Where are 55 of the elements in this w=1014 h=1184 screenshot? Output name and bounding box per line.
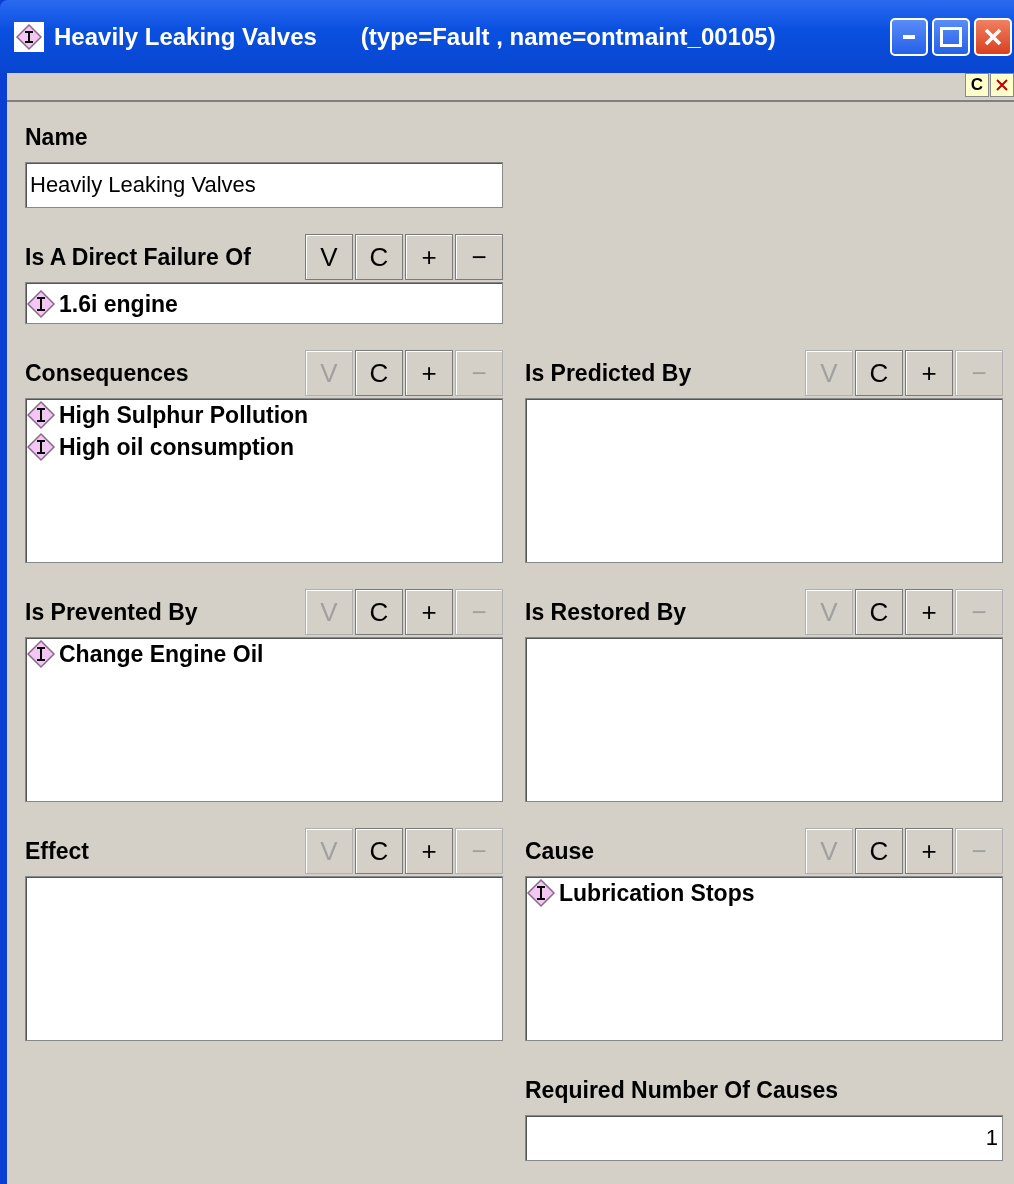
list-item[interactable]: 1.6i engine — [59, 290, 178, 318]
window-subtitle: (type=Fault , name=ontmaint_00105) — [360, 22, 776, 51]
instance-icon — [526, 878, 556, 908]
relation-list[interactable]: High Sulphur Pollution High oil consumption — [25, 398, 503, 563]
instance-icon — [26, 432, 56, 462]
action-button[interactable]: C — [355, 589, 403, 635]
field-label: Name — [25, 124, 89, 150]
action-button[interactable]: C — [355, 234, 403, 280]
instance-icon — [26, 289, 56, 319]
action-button[interactable]: − — [455, 234, 503, 280]
section-label: Is Prevented By — [25, 598, 198, 626]
text-field[interactable]: Heavily Leaking Valves — [25, 162, 503, 208]
action-button[interactable]: V — [305, 234, 353, 280]
maximize-icon — [940, 26, 962, 47]
relation-list[interactable] — [25, 876, 503, 1041]
list-item[interactable]: Change Engine Oil — [59, 640, 264, 668]
maximize-button[interactable] — [932, 17, 970, 56]
close-icon — [996, 79, 1008, 91]
relation-list[interactable] — [525, 637, 1003, 802]
close-icon — [983, 26, 1003, 47]
window-title: Heavily Leaking Valves — [54, 22, 317, 51]
action-button[interactable]: + — [905, 350, 953, 396]
action-button[interactable]: + — [405, 828, 453, 874]
list-item[interactable]: High oil consumption — [59, 433, 295, 461]
action-button[interactable]: C — [855, 589, 903, 635]
relation-list[interactable]: 1.6i engine — [25, 282, 503, 324]
instance-icon — [26, 639, 56, 669]
text-field[interactable]: 1 — [525, 1115, 1003, 1161]
action-button[interactable]: + — [405, 589, 453, 635]
action-button[interactable]: C — [355, 350, 403, 396]
section-label: Is Predicted By — [525, 359, 692, 387]
action-button[interactable]: C — [855, 350, 903, 396]
action-button[interactable]: + — [905, 589, 953, 635]
section-label: Effect — [25, 837, 89, 865]
list-item[interactable]: High Sulphur Pollution — [59, 401, 309, 429]
action-button[interactable]: C — [855, 828, 903, 874]
section-label: Is A Direct Failure Of — [25, 243, 251, 271]
relation-list[interactable]: Lubrication Stops — [525, 876, 1003, 1041]
field-label: Required Number Of Causes — [525, 1077, 840, 1103]
minimize-icon — [903, 34, 915, 39]
close-button[interactable] — [990, 73, 1014, 97]
section-label: Consequences — [25, 359, 189, 387]
action-button[interactable]: + — [405, 350, 453, 396]
relation-list[interactable]: Change Engine Oil — [25, 637, 503, 802]
instance-icon — [14, 21, 44, 52]
instance-icon — [26, 400, 56, 430]
section-label: Cause — [525, 837, 595, 865]
minimize-button[interactable] — [890, 17, 928, 56]
section-label: Is Restored By — [525, 598, 687, 626]
action-button[interactable]: + — [405, 234, 453, 280]
list-item[interactable]: Lubrication Stops — [559, 879, 755, 907]
relation-list[interactable] — [525, 398, 1003, 563]
action-button[interactable]: C — [355, 828, 403, 874]
toolbar-button[interactable]: C — [965, 73, 989, 97]
action-button[interactable]: + — [905, 828, 953, 874]
